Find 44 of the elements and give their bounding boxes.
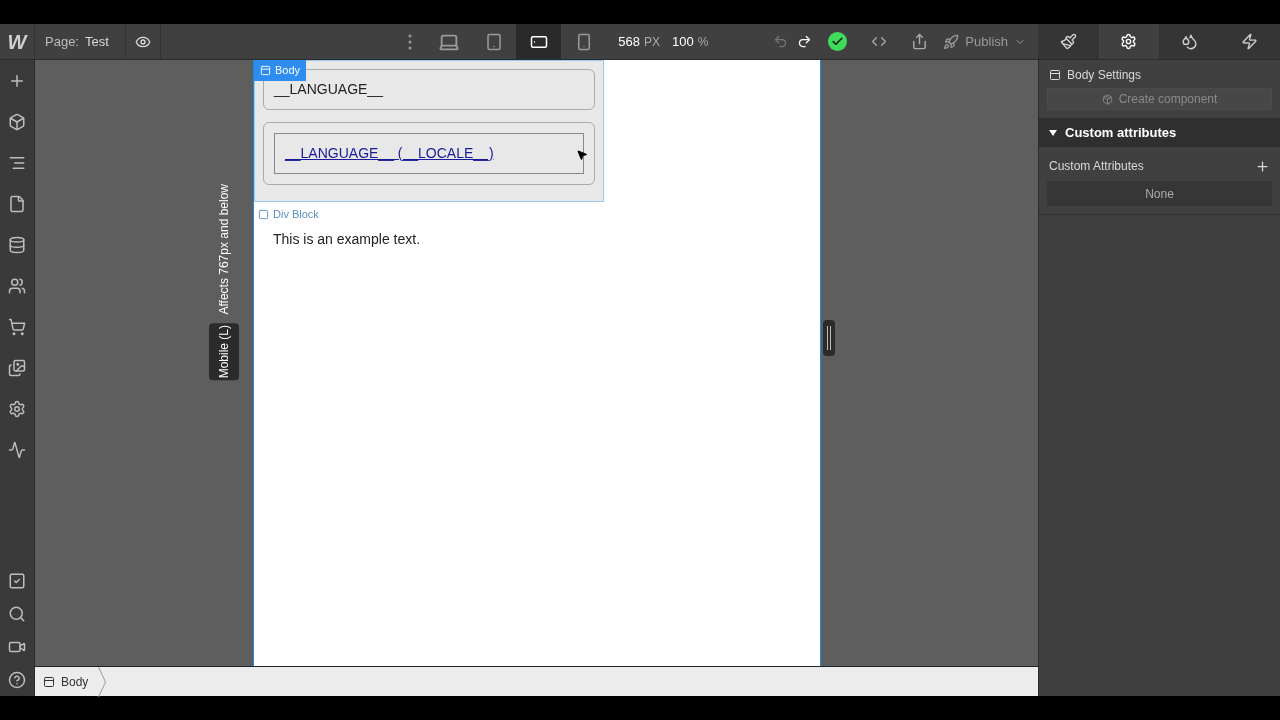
- page-name[interactable]: Test: [85, 31, 109, 52]
- status-check-icon[interactable]: [828, 32, 848, 51]
- zoom-unit: %: [697, 33, 709, 51]
- plus-icon: [1255, 158, 1270, 174]
- breakpoint-label: Mobile (L): [209, 322, 239, 380]
- cursor-icon: [576, 149, 588, 161]
- selected-element-label: Body: [254, 60, 307, 81]
- brush-icon: [1059, 33, 1077, 50]
- language-link[interactable]: __LANGUAGE__ (__LOCALE__): [274, 133, 584, 174]
- undo-icon: [772, 34, 788, 49]
- lightning-icon: [1241, 33, 1259, 50]
- settings-icon: [1120, 33, 1138, 50]
- attributes-label: Custom Attributes: [1049, 158, 1144, 175]
- resize-handle[interactable]: [823, 320, 835, 356]
- tablet-icon: [484, 32, 503, 51]
- breadcrumb-item[interactable]: Body: [43, 667, 119, 696]
- panel-tab[interactable]: [1098, 24, 1159, 59]
- body-icon: [1049, 69, 1061, 81]
- logo[interactable]: W: [0, 24, 35, 59]
- publish-button[interactable]: Publish: [943, 24, 1026, 59]
- section-header[interactable]: Custom attributes: [1039, 118, 1280, 147]
- body-icon: [260, 64, 271, 76]
- attributes-empty: None: [1047, 181, 1272, 206]
- zoom-value[interactable]: 100: [672, 31, 694, 52]
- div-block-icon: [258, 208, 269, 220]
- rocket-icon: [943, 33, 960, 50]
- redo-icon: [796, 34, 812, 49]
- preview-button[interactable]: [124, 24, 161, 59]
- more-icon: [408, 33, 413, 50]
- chevron-icon: [98, 666, 107, 697]
- breakpoint-note: Affects 767px and below: [216, 184, 232, 315]
- page-label: Page:: [45, 32, 79, 51]
- div-block-label: Div Block: [273, 207, 319, 222]
- body-icon: [43, 675, 55, 688]
- cube-icon: [1101, 93, 1113, 105]
- share-icon: [910, 33, 928, 50]
- example-text: This is an example text.: [272, 229, 422, 249]
- droplets-icon: [1180, 33, 1198, 50]
- width-unit: PX: [644, 33, 661, 51]
- device-button[interactable]: [516, 24, 562, 59]
- caret-icon: [1049, 129, 1057, 136]
- settings-title: Body Settings: [1067, 67, 1142, 84]
- width-value[interactable]: 568: [618, 31, 641, 52]
- add-attribute-button[interactable]: [1255, 158, 1270, 174]
